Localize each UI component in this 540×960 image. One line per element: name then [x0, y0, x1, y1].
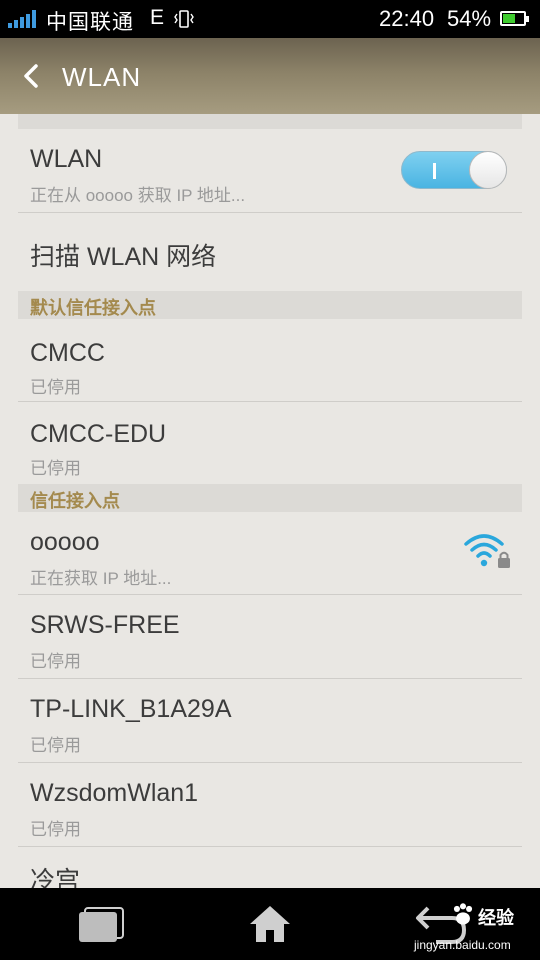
recent-apps-button[interactable] — [77, 906, 125, 944]
carrier-name: 中国联通 — [46, 11, 134, 34]
wlan-status: 正在从 ooooo 获取 IP 地址... — [30, 186, 246, 205]
chevron-left-icon — [24, 64, 38, 88]
section-header-default-trusted: 默认信任接入点 — [18, 291, 522, 319]
network-name: ooooo — [30, 528, 100, 556]
network-row-cmcc-edu[interactable]: CMCC-EDU 已停用 — [18, 402, 522, 484]
back-button[interactable] — [14, 58, 50, 94]
network-name: CMCC-EDU — [30, 420, 167, 448]
network-name: WzsdomWlan1 — [30, 779, 199, 807]
network-status: 已停用 — [30, 378, 81, 397]
baidu-paw-icon — [453, 903, 473, 925]
scan-label: 扫描 WLAN 网络 — [30, 243, 217, 271]
baidu-jingyan-watermark: 经验 jingyan.baidu.com — [414, 898, 540, 956]
signal-strength-icon — [8, 10, 40, 28]
network-row-cmcc[interactable]: CMCC 已停用 — [18, 319, 522, 402]
wlan-switch[interactable] — [401, 151, 507, 189]
network-row-ooooo[interactable]: ooooo 正在获取 IP 地址... — [18, 512, 522, 595]
wlan-toggle-row[interactable]: WLAN 正在从 ooooo 获取 IP 地址... — [18, 129, 522, 213]
section-title: 默认信任接入点 — [30, 298, 156, 318]
navigation-bar: 经验 jingyan.baidu.com — [0, 888, 540, 960]
settings-list: WLAN 正在从 ooooo 获取 IP 地址... 扫描 WLAN 网络 默认… — [18, 114, 522, 907]
battery-icon — [500, 11, 529, 26]
status-bar: 中国联通 E 22:40 54% — [0, 0, 540, 38]
network-status: 已停用 — [30, 459, 81, 478]
network-status: 已停用 — [30, 736, 81, 755]
network-name: TP-LINK_B1A29A — [30, 695, 232, 723]
wlan-label: WLAN — [30, 145, 103, 173]
network-status: 正在获取 IP 地址... — [30, 569, 172, 588]
toggle-knob — [469, 151, 507, 189]
network-status: 已停用 — [30, 820, 81, 839]
top-divider — [18, 114, 522, 129]
page-title: WLAN — [62, 62, 142, 92]
network-row-wzsdomwlan1[interactable]: WzsdomWlan1 已停用 — [18, 763, 522, 847]
section-header-trusted: 信任接入点 — [18, 484, 522, 512]
network-type: E — [150, 6, 165, 29]
network-row-srws-free[interactable]: SRWS-FREE 已停用 — [18, 595, 522, 679]
network-status: 已停用 — [30, 652, 81, 671]
watermark-url: jingyan.baidu.com — [414, 938, 511, 952]
scan-wlan-row[interactable]: 扫描 WLAN 网络 — [18, 213, 522, 291]
network-name: CMCC — [30, 339, 105, 367]
vibrate-icon — [174, 10, 194, 28]
toggle-on-mark — [433, 163, 436, 179]
network-name: SRWS-FREE — [30, 611, 180, 639]
battery-percent: 54% — [447, 6, 492, 31]
section-title: 信任接入点 — [30, 491, 120, 511]
watermark-product: 经验 — [478, 908, 514, 928]
clock: 22:40 — [379, 6, 435, 31]
home-button[interactable] — [246, 902, 294, 946]
wifi-locked-icon — [464, 534, 510, 568]
network-row-tp-link[interactable]: TP-LINK_B1A29A 已停用 — [18, 679, 522, 763]
title-bar: WLAN — [0, 38, 540, 114]
